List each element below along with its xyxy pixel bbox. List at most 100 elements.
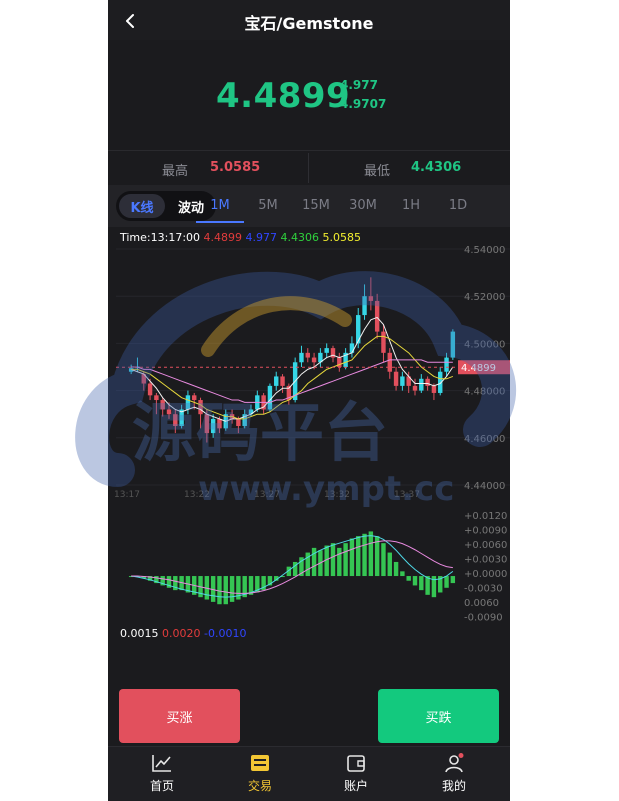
macd-line-dea <box>131 540 453 594</box>
macd-axis-label: +0.0030 <box>464 555 507 566</box>
candle-body <box>368 296 374 301</box>
macd-axis-label: +0.0090 <box>464 526 507 537</box>
nav-label-mine: 我的 <box>441 779 466 793</box>
macd-bar <box>229 576 235 602</box>
nav-trade[interactable]: 交易 <box>210 747 310 801</box>
price-axis-label: 4.54000 <box>464 245 505 256</box>
candle-body <box>204 414 210 434</box>
price-axis-label: 4.48000 <box>464 387 505 398</box>
time-axis-label: 13:37 <box>394 490 420 500</box>
nav-label-account: 账户 <box>343 779 368 793</box>
buy-down-button[interactable]: 买跌 <box>378 689 499 743</box>
side-price-bottom: 4.9707 <box>340 97 387 111</box>
candle-body <box>185 395 191 410</box>
ma-line-ma5 <box>130 316 454 422</box>
low-label: 最低 <box>364 164 391 179</box>
macd-axis-label: -0.0090 <box>464 613 503 624</box>
candle-body <box>210 418 216 434</box>
macd-bar <box>381 543 386 577</box>
price-axis-label: 4.44000 <box>464 481 505 492</box>
user-icon <box>445 753 464 773</box>
candle-body <box>450 331 456 358</box>
macd-value-2: 0.0020 <box>162 627 201 640</box>
wallet-icon <box>347 755 365 772</box>
trade-icon <box>251 755 269 771</box>
candle-body <box>374 300 380 332</box>
candle-body <box>412 385 418 391</box>
candle-body <box>444 357 449 372</box>
candle-body <box>160 400 165 410</box>
macd-axis-label: +0.0120 <box>464 511 507 522</box>
phone-screen: 宝石/Gemstone 4.4899 4.977 4.9707 最高 5.058… <box>108 0 510 801</box>
macd-axis-label: +0.0000 <box>464 569 507 580</box>
current-price-label: 4.4899 <box>461 363 496 374</box>
nav-account[interactable]: 账户 <box>306 747 406 801</box>
nav-label-home: 首页 <box>149 779 174 793</box>
macd-bar <box>349 538 355 577</box>
chart-area[interactable]: Time:13:17:00 4.4899 4.977 4.4306 5.0585… <box>108 227 510 647</box>
candle-body <box>419 378 424 391</box>
nav-home[interactable]: 首页 <box>112 747 212 801</box>
high-low-row: 最高 5.0585 最低 4.4306 <box>108 150 510 185</box>
candle-body <box>198 400 203 415</box>
macd-bar <box>368 531 374 577</box>
period-underline <box>196 221 244 223</box>
candle-body <box>349 343 355 353</box>
macd-bar <box>356 536 361 577</box>
macd-bar <box>343 543 348 577</box>
macd-bar <box>337 547 342 577</box>
macd-bar <box>444 576 449 588</box>
price-axis-label: 4.52000 <box>464 292 505 303</box>
time-axis-label: 13:27 <box>254 490 280 500</box>
ma-line-ma10 <box>131 335 454 420</box>
macd-bar <box>419 576 424 591</box>
candle-body <box>324 348 329 353</box>
period-tab-1h[interactable]: 1H <box>391 198 431 213</box>
candle-body <box>166 409 172 415</box>
time-axis-label: 13:22 <box>184 490 210 500</box>
candle-body <box>431 385 437 393</box>
period-tab-30m[interactable]: 30M <box>343 198 383 213</box>
high-value: 5.0585 <box>210 160 261 175</box>
candle-body <box>192 395 197 401</box>
candle-body <box>154 395 159 401</box>
candle-body <box>173 414 178 426</box>
candle-body <box>387 352 392 372</box>
candle-body <box>393 371 399 386</box>
time-axis-label: 13:17 <box>114 490 140 500</box>
nav-label-trade: 交易 <box>247 779 272 793</box>
candle-body <box>400 376 405 386</box>
side-price-top: 4.977 <box>340 78 378 92</box>
macd-bar <box>311 547 317 577</box>
low-value: 4.4306 <box>411 160 462 175</box>
candle-body <box>299 352 304 363</box>
macd-bar <box>393 561 399 577</box>
macd-info: 0.0015 0.0020 -0.0010 <box>120 627 246 640</box>
period-tab-15m[interactable]: 15M <box>296 198 336 213</box>
price-axis-label: 4.50000 <box>464 339 505 350</box>
candle-body <box>236 418 241 426</box>
period-tab-1d[interactable]: 1D <box>438 198 478 213</box>
candle-body <box>425 378 430 386</box>
period-tab-5m[interactable]: 5M <box>248 198 288 213</box>
macd-bar <box>217 576 222 605</box>
candle-body <box>274 376 279 386</box>
candle-body <box>217 418 222 429</box>
macd-bar <box>362 533 367 577</box>
tab-kline[interactable]: K线 <box>119 194 165 218</box>
header-bar: 宝石/Gemstone <box>108 0 510 41</box>
candle-body <box>311 357 317 363</box>
macd-bar <box>406 576 411 581</box>
divider <box>308 153 309 183</box>
time-axis-label: 13:32 <box>324 490 350 500</box>
period-tab-1m[interactable]: 1M <box>200 198 240 213</box>
buy-up-button[interactable]: 买涨 <box>119 689 240 743</box>
macd-bar <box>330 543 336 577</box>
nav-mine[interactable]: 我的 <box>404 747 504 801</box>
current-price: 4.4899 <box>216 76 351 116</box>
macd-bar <box>387 552 392 577</box>
candle-body <box>305 352 310 358</box>
page-title: 宝石/Gemstone <box>244 14 374 33</box>
kline-chart: 4.54000 4.52000 4.50000 4.48000 4.46000 4.440… <box>114 245 510 624</box>
macd-bar <box>223 576 228 605</box>
